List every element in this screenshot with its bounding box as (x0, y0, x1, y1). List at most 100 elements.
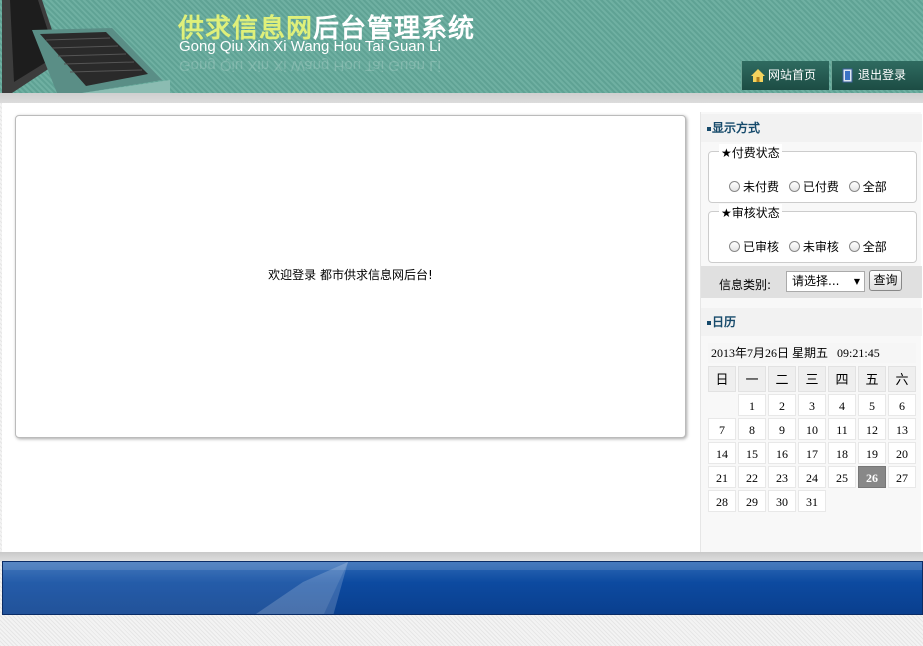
category-selected-value: 请选择... (792, 274, 840, 288)
calendar-time: 09:21:45 (837, 346, 880, 360)
radio-unaudited[interactable]: 未审核 (788, 238, 839, 255)
calendar-day[interactable]: 9 (768, 418, 796, 440)
footer-banner (2, 561, 923, 615)
calendar-day[interactable]: 8 (738, 418, 766, 440)
calendar-day[interactable]: 6 (888, 394, 916, 416)
radio-label: 已审核 (743, 240, 780, 254)
calendar-day[interactable]: 27 (888, 466, 916, 488)
radio-circle-icon (729, 181, 740, 192)
radio-circle-icon (848, 181, 860, 192)
calendar-title: 日历 (701, 308, 922, 336)
logo-subtitle: Gong Qiu Xin Xi Wang Hou Tai Guan Li (179, 38, 441, 55)
radio-circle-icon (848, 241, 860, 252)
radio-paid[interactable]: 已付费 (788, 178, 839, 195)
calendar-day[interactable]: 5 (858, 394, 886, 416)
calendar-day[interactable]: 18 (828, 442, 856, 464)
calendar-day[interactable]: 24 (798, 466, 826, 488)
calendar-day[interactable]: 29 (738, 490, 766, 512)
calendar-empty-cell (888, 490, 916, 512)
calendar-empty-cell (828, 490, 856, 512)
radio-audit-all[interactable]: 全部 (848, 238, 887, 255)
display-mode-title-text: 显示方式 (712, 121, 761, 135)
home-button[interactable]: 网站首页 (741, 61, 829, 90)
calendar-empty-cell (708, 394, 736, 416)
radio-label: 未审核 (802, 240, 839, 254)
calendar-day[interactable]: 14 (708, 442, 736, 464)
calendar-day[interactable]: 1 (738, 394, 766, 416)
radio-circle-icon (788, 181, 800, 192)
radio-unpaid[interactable]: 未付费 (729, 178, 779, 195)
calendar-week-row: 14 15 16 17 18 19 20 (708, 442, 918, 466)
calendar-day[interactable]: 15 (738, 442, 766, 464)
calendar-weekday: 星期五 (792, 346, 829, 360)
calendar-day[interactable]: 12 (858, 418, 886, 440)
radio-circle-icon (729, 241, 740, 252)
radio-label: 已付费 (802, 180, 839, 194)
category-label: 信息类别: (719, 278, 772, 292)
header-separator (0, 93, 923, 103)
calendar-day[interactable]: 28 (708, 490, 736, 512)
calendar-day[interactable]: 30 (768, 490, 796, 512)
calendar-day[interactable]: 4 (828, 394, 856, 416)
bullet-square-icon (707, 320, 711, 325)
footer-separator (0, 552, 923, 561)
calendar-day[interactable]: 2 (768, 394, 796, 416)
calendar-weekday-header: 六 (888, 366, 916, 392)
radio-audited[interactable]: 已审核 (729, 238, 779, 255)
calendar-day[interactable]: 20 (888, 442, 916, 464)
calendar-weekday-header: 二 (768, 366, 796, 392)
calendar-day[interactable]: 11 (828, 418, 856, 440)
calendar-day[interactable]: 23 (768, 466, 796, 488)
logout-button[interactable]: 退出登录 (831, 61, 923, 90)
home-button-label: 网站首页 (768, 68, 817, 82)
calendar-weekday-header: 五 (858, 366, 886, 392)
pay-status-options: 未付费 已付费 全部 (729, 178, 893, 195)
dropdown-arrow-icon: ▼ (853, 277, 860, 286)
calendar-day[interactable]: 31 (798, 490, 826, 512)
bullet-square-icon (707, 126, 711, 131)
display-mode-title: 显示方式 (701, 114, 922, 142)
calendar-weekday-header: 一 (738, 366, 766, 392)
calendar-day[interactable]: 3 (798, 394, 826, 416)
calendar-datetime: 2013年7月26日 星期五 09:21:45 (708, 343, 916, 363)
calendar-weekday-header: 四 (828, 366, 856, 392)
calendar-week-row: 21 22 23 24 25 26 27 (708, 466, 918, 490)
sidebar: 显示方式 ★付费状态 未付费 已付费 全部 ★审核状态 已审核 未审核 全部 信… (700, 112, 922, 552)
pay-status-group: ★付费状态 未付费 已付费 全部 (708, 144, 917, 203)
welcome-message: 欢迎登录 都市供求信息网后台! (268, 268, 433, 282)
radio-circle-icon (788, 241, 800, 252)
calendar-week-row: 28 29 30 31 (708, 490, 918, 514)
main-panel: 欢迎登录 都市供求信息网后台! (15, 115, 686, 438)
calendar-day[interactable]: 19 (858, 442, 886, 464)
home-icon (751, 69, 765, 82)
radio-label: 未付费 (743, 180, 780, 194)
calendar-day[interactable]: 13 (888, 418, 916, 440)
query-button[interactable]: 查询 (869, 270, 902, 291)
footer-shine (3, 562, 922, 614)
calendar-day[interactable]: 16 (768, 442, 796, 464)
pay-status-legend: ★付费状态 (719, 144, 782, 161)
calendar-empty-cell (858, 490, 886, 512)
calendar-weekday-row: 日一二三四五六 (708, 366, 918, 394)
calendar-grid: 日一二三四五六 1 2 3 4 5 6 7 8 9 10 11 12 13 14 15 16 17 18 19 20 21… (708, 366, 918, 514)
calendar-weekday-header: 日 (708, 366, 736, 392)
audit-status-options: 已审核 未审核 全部 (729, 238, 893, 255)
calendar-day[interactable]: 25 (828, 466, 856, 488)
logo-reflection: Gong Qiu Xin Xi Wang Hou Tai Guan Li (179, 57, 441, 74)
radio-pay-all[interactable]: 全部 (848, 178, 887, 195)
calendar-day[interactable]: 7 (708, 418, 736, 440)
category-filter-bar: 信息类别: 请选择... ▼ 查询 (701, 266, 922, 298)
calendar-day-today[interactable]: 26 (858, 466, 886, 488)
audit-status-legend: ★审核状态 (719, 204, 782, 221)
calendar-day[interactable]: 10 (798, 418, 826, 440)
calendar-day[interactable]: 17 (798, 442, 826, 464)
radio-label: 全部 (862, 180, 887, 194)
calendar-week-row: 7 8 9 10 11 12 13 (708, 418, 918, 442)
logout-button-label: 退出登录 (858, 68, 907, 82)
calendar-week-row: 123456 (708, 394, 918, 418)
calendar-day[interactable]: 21 (708, 466, 736, 488)
category-select[interactable]: 请选择... ▼ (786, 271, 865, 292)
laptop-image (2, 0, 170, 93)
logout-icon (842, 68, 853, 83)
calendar-day[interactable]: 22 (738, 466, 766, 488)
